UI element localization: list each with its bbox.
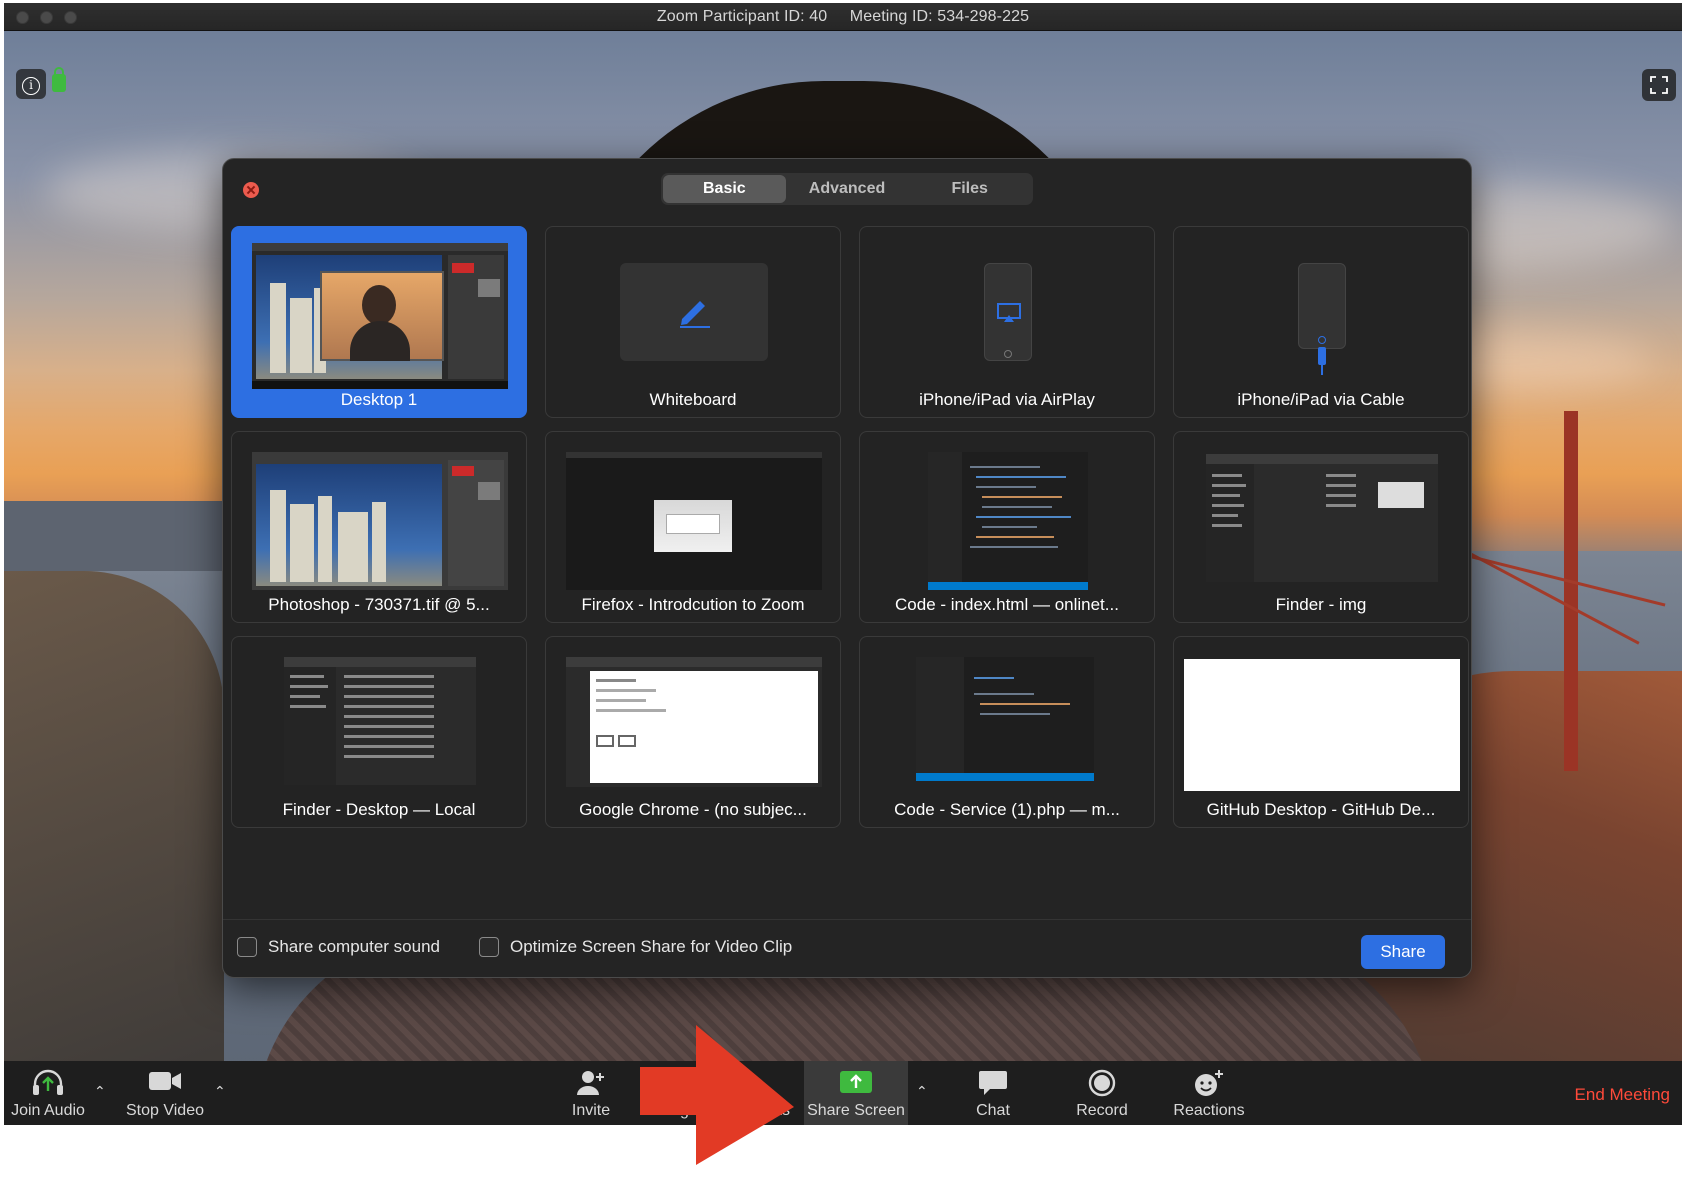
code-window-thumb [916,657,1094,781]
end-meeting-button[interactable]: End Meeting [1575,1085,1670,1105]
code-window-thumb [928,452,1088,590]
tile-label: Firefox - Introdcution to Zoom [581,595,805,614]
chrome-window-thumb [566,657,822,787]
stop-video-label: Stop Video [126,1102,204,1119]
fullscreen-icon [1650,76,1668,94]
tile-label: Photoshop - 730371.tif @ 5... [268,595,490,614]
share-sound-label: Share computer sound [268,937,440,956]
video-camera-icon [149,1072,181,1090]
tile-label: GitHub Desktop - GitHub De... [1206,800,1436,819]
invite-button[interactable]: Invite [556,1061,626,1125]
tile-label: Google Chrome - (no subjec... [579,800,807,819]
checkbox-box[interactable] [237,937,257,957]
cable-phone-icon [1298,263,1346,349]
share-tile-code-service[interactable]: Code - Service (1).php — m... [859,636,1155,828]
lock-icon[interactable] [52,67,66,92]
share-options-caret[interactable]: ⌃ [916,1083,928,1100]
reactions-label: Reactions [1173,1102,1245,1119]
dialog-close-button[interactable] [243,182,259,198]
share-computer-sound-checkbox[interactable]: Share computer sound [237,937,440,957]
info-icon: i [22,77,40,95]
firefox-window-thumb [566,452,822,590]
join-audio-label: Join Audio [11,1102,85,1119]
tile-label: iPhone/iPad via AirPlay [919,390,1095,409]
add-person-icon [577,1071,604,1095]
blank-window-thumb [1184,659,1460,791]
share-tile-photoshop[interactable]: Photoshop - 730371.tif @ 5... [231,431,527,623]
tile-label: Whiteboard [649,390,737,409]
record-icon [1088,1069,1116,1097]
share-tile-code-index[interactable]: Code - index.html — onlinet... [859,431,1155,623]
share-tile-finder-img[interactable]: Finder - img [1173,431,1469,623]
tile-label: Finder - Desktop — Local [282,800,476,819]
title-bar: Zoom Participant ID: 40 Meeting ID: 534-… [4,3,1682,31]
share-tile-finder-desktop[interactable]: Finder - Desktop — Local [231,636,527,828]
tab-basic[interactable]: Basic [663,175,786,203]
chat-label: Chat [976,1102,1010,1119]
checkbox-box[interactable] [479,937,499,957]
whiteboard-thumb [620,263,768,361]
share-screen-button[interactable]: Share Screen [804,1061,908,1125]
reactions-button[interactable]: Reactions [1164,1061,1254,1125]
share-tile-airplay[interactable]: iPhone/iPad via AirPlay [859,226,1155,418]
tile-label: Code - index.html — onlinet... [895,595,1119,614]
smiley-add-icon [1195,1070,1223,1096]
meeting-toolbar: Join Audio ⌃ Stop Video ⌃ Invite Manag a… [4,1061,1682,1125]
tile-label: Desktop 1 [340,390,418,409]
share-screen-icon [840,1071,872,1093]
finder-window-thumb [284,657,476,785]
share-tile-firefox[interactable]: Firefox - Introdcution to Zoom [545,431,841,623]
share-tile-chrome[interactable]: Google Chrome - (no subjec... [545,636,841,828]
invite-label: Invite [571,1102,611,1119]
finder-window-thumb [1206,454,1438,582]
chat-button[interactable]: Chat [958,1061,1028,1125]
headphones-icon [33,1069,63,1095]
manage-participants-button[interactable]: Manag ants [640,1061,800,1125]
window-title: Zoom Participant ID: 40 Meeting ID: 534-… [4,8,1682,26]
tab-advanced[interactable]: Advanced [786,175,909,203]
share-options-bar: Share computer sound Optimize Screen Sha… [223,919,1471,977]
join-audio-button[interactable]: Join Audio [8,1061,88,1125]
video-options-caret[interactable]: ⌃ [214,1083,226,1100]
chat-bubble-icon [979,1071,1007,1095]
share-screen-dialog: Basic Advanced Files Desktop 1 Whiteboar… [222,158,1472,978]
share-tile-cable[interactable]: iPhone/iPad via Cable [1173,226,1469,418]
record-label: Record [1076,1102,1128,1119]
meeting-info-button[interactable]: i [16,69,46,99]
audio-options-caret[interactable]: ⌃ [94,1083,106,1100]
optimize-label: Optimize Screen Share for Video Clip [510,937,793,956]
manage-participants-label-right: ants [759,1102,790,1119]
share-tile-whiteboard[interactable]: Whiteboard [545,226,841,418]
share-tile-desktop-1[interactable]: Desktop 1 [231,226,527,418]
airplay-phone-icon [984,263,1032,361]
stop-video-button[interactable]: Stop Video [122,1061,208,1125]
tile-label: Code - Service (1).php — m... [894,800,1120,819]
fullscreen-button[interactable] [1642,69,1676,101]
tab-files[interactable]: Files [908,175,1031,203]
record-button[interactable]: Record [1062,1061,1142,1125]
tile-label: Finder - img [1275,595,1367,614]
desktop-screenshot-thumb [252,243,508,389]
share-tabs: Basic Advanced Files [661,173,1033,205]
share-screen-label: Share Screen [807,1102,905,1119]
share-button[interactable]: Share [1361,935,1445,969]
meeting-id: Meeting ID: 534-298-225 [849,8,1030,25]
photoshop-window-thumb [252,452,508,590]
pencil-icon [680,301,710,328]
participant-id: Zoom Participant ID: 40 [656,8,828,25]
zoom-window: Zoom Participant ID: 40 Meeting ID: 534-… [4,3,1682,1125]
share-tile-github[interactable]: GitHub Desktop - GitHub De... [1173,636,1469,828]
tile-label: iPhone/iPad via Cable [1237,390,1405,409]
optimize-video-clip-checkbox[interactable]: Optimize Screen Share for Video Clip [479,937,792,957]
